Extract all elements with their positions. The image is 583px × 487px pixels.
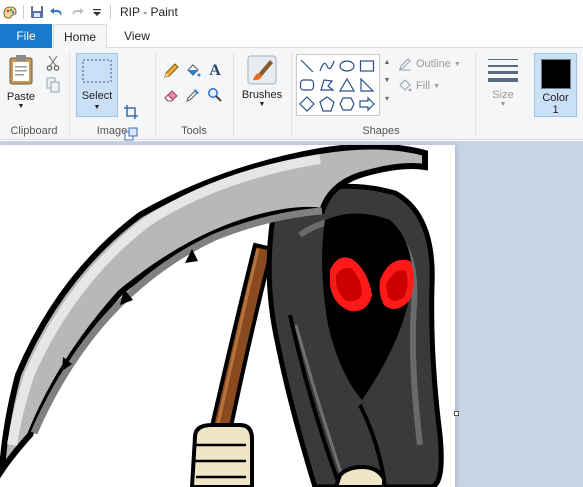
- pencil-icon[interactable]: [162, 62, 180, 80]
- gallery-more-icon[interactable]: ▾: [381, 90, 393, 108]
- group-separator: [233, 52, 234, 136]
- rectangular-select-icon: [82, 59, 112, 83]
- outline-label: Outline: [416, 58, 451, 70]
- rounded-rectangle-shape-icon[interactable]: [299, 77, 315, 93]
- chevron-down-icon: ▼: [433, 82, 440, 90]
- eraser-icon[interactable]: [162, 86, 180, 104]
- shapes-gallery[interactable]: [296, 54, 380, 116]
- triangle-shape-icon[interactable]: [339, 77, 355, 93]
- line-shape-icon[interactable]: [299, 58, 315, 74]
- redo-icon[interactable]: [67, 2, 87, 22]
- clipboard-icon: [9, 55, 33, 85]
- chevron-down-icon: ▼: [258, 101, 266, 108]
- brushes-label: Brushes: [241, 89, 283, 101]
- paste-label: Paste: [6, 91, 36, 103]
- hexagon-shape-icon[interactable]: [339, 96, 355, 112]
- chevron-down-icon: ▼: [17, 103, 25, 110]
- crop-icon[interactable]: [122, 103, 140, 121]
- save-icon[interactable]: [27, 2, 47, 22]
- tools-group-label: Tools: [181, 125, 207, 137]
- polygon-shape-icon[interactable]: [319, 77, 335, 93]
- fill-label: Fill: [416, 80, 431, 92]
- paint-app-icon[interactable]: [0, 2, 20, 22]
- shapes-group-label: Shapes: [362, 125, 400, 137]
- right-triangle-shape-icon[interactable]: [359, 77, 375, 93]
- paste-button[interactable]: Paste ▼: [4, 54, 38, 118]
- rectangle-shape-icon[interactable]: [359, 58, 375, 74]
- ribbon-home: Paste ▼ Clipboard Image Select ▼ A Tools…: [0, 48, 583, 162]
- copy-icon[interactable]: [44, 76, 62, 94]
- title-bar: RIP - Paint: [0, 0, 583, 24]
- gallery-down-icon[interactable]: ▼: [381, 72, 393, 90]
- select-label: Select: [81, 90, 113, 102]
- fill-bucket-icon: [399, 79, 412, 92]
- brush-icon: [247, 55, 277, 85]
- oval-shape-icon[interactable]: [339, 58, 355, 74]
- size-button[interactable]: Size ▼: [480, 56, 526, 120]
- clipboard-group: Paste ▼ Clipboard: [0, 48, 68, 140]
- curve-shape-icon[interactable]: [319, 58, 335, 74]
- workspace: [0, 141, 583, 487]
- chevron-down-icon: ▼: [453, 60, 461, 68]
- line-size-icon: [488, 59, 518, 82]
- color1-button[interactable]: Color 1: [534, 53, 577, 117]
- chevron-down-icon: ▼: [93, 104, 101, 111]
- gallery-up-icon[interactable]: ▲: [381, 54, 393, 72]
- image-group-label: Image: [96, 125, 128, 137]
- outline-pen-icon: [399, 58, 411, 71]
- text-tool-glyph: A: [209, 62, 221, 79]
- color-picker-icon[interactable]: [184, 86, 202, 104]
- text-tool-icon[interactable]: A: [206, 62, 224, 80]
- customize-dropdown-icon[interactable]: [87, 2, 107, 22]
- window-title: RIP - Paint: [120, 5, 178, 19]
- grim-reaper-image: [0, 145, 444, 487]
- group-separator: [475, 52, 476, 136]
- fill-button[interactable]: Fill ▼: [398, 78, 458, 94]
- tab-file[interactable]: File: [0, 24, 52, 48]
- fill-bucket-icon[interactable]: [184, 62, 202, 80]
- quick-access-separator: [23, 5, 24, 19]
- color1-swatch: [541, 59, 571, 89]
- ribbon-tabs: File Home View: [0, 24, 583, 49]
- color1-label: Color: [542, 92, 569, 104]
- tools-group: A Tools: [156, 48, 232, 140]
- select-button[interactable]: Select ▼: [76, 53, 118, 117]
- outline-button[interactable]: Outline ▼: [398, 56, 468, 72]
- clipboard-group-label: Clipboard: [10, 125, 58, 137]
- color1-number: 1: [552, 104, 559, 116]
- pentagon-shape-icon[interactable]: [319, 96, 335, 112]
- tab-view[interactable]: View: [112, 24, 162, 48]
- undo-icon[interactable]: [47, 2, 67, 22]
- canvas-resize-handle[interactable]: [454, 411, 459, 416]
- arrow-shape-icon[interactable]: [359, 96, 375, 112]
- size-label: Size: [492, 89, 514, 101]
- magnifier-icon[interactable]: [206, 86, 224, 104]
- cut-icon[interactable]: [44, 54, 62, 72]
- shapes-gallery-scroll[interactable]: ▲ ▼ ▾: [381, 54, 393, 116]
- brushes-button[interactable]: Brushes ▼: [236, 54, 288, 120]
- chevron-down-icon: ▼: [499, 101, 507, 108]
- diamond-shape-icon[interactable]: [299, 96, 315, 112]
- title-separator: [110, 5, 111, 19]
- drawing-canvas[interactable]: [0, 145, 455, 487]
- tab-home[interactable]: Home: [53, 24, 107, 49]
